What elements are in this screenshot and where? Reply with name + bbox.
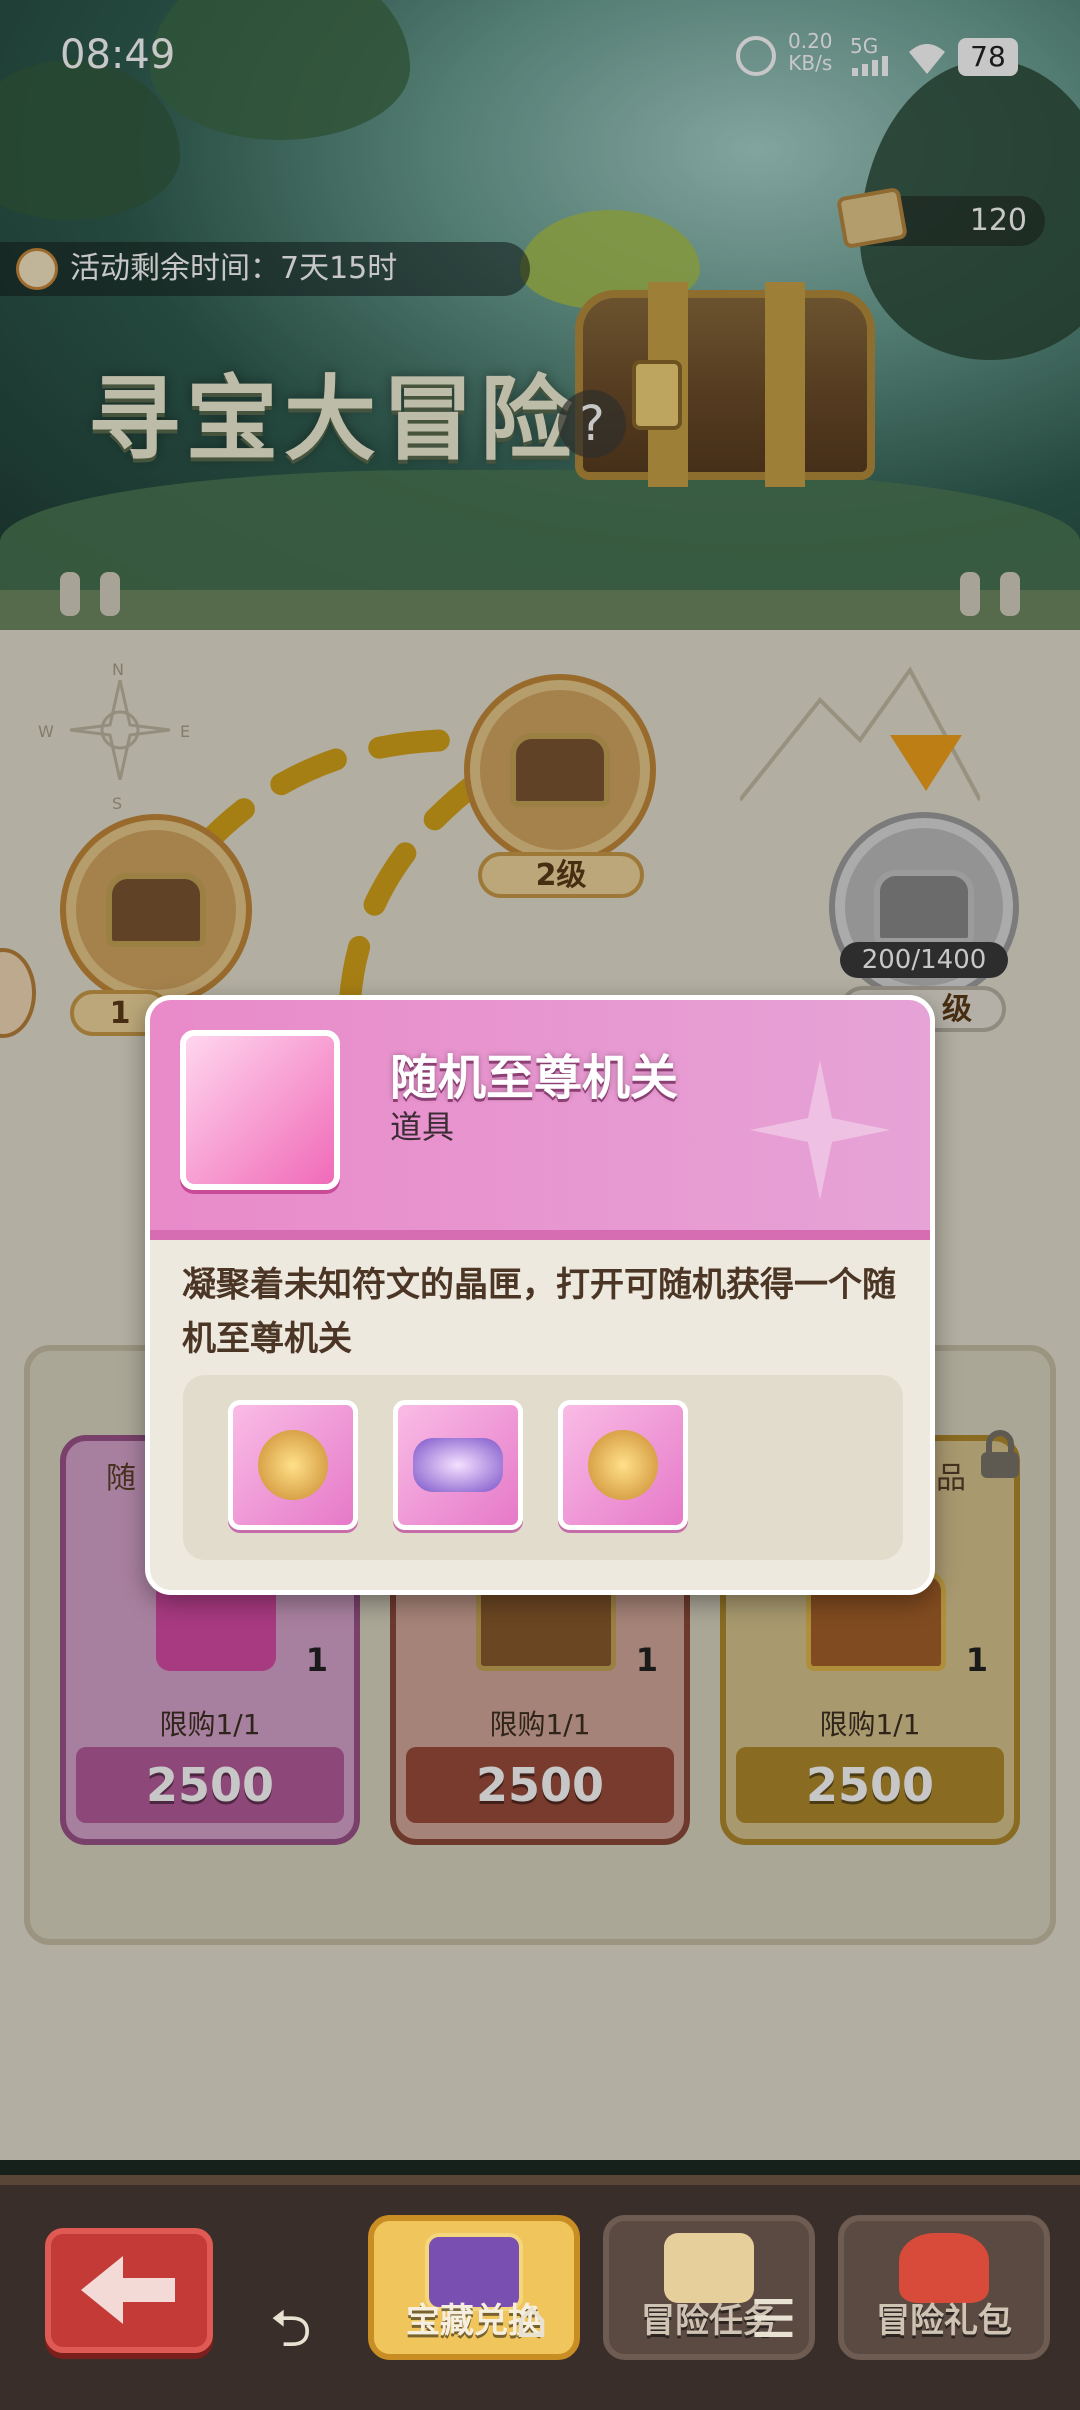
lantern-icon[interactable] bbox=[228, 1400, 358, 1530]
tab-treasure-exchange[interactable]: 宝藏兑换 bbox=[368, 2215, 580, 2360]
tab-label: 冒险礼包 bbox=[876, 2301, 1012, 2341]
sparkle-icon bbox=[750, 1060, 890, 1200]
gear-shield-icon[interactable] bbox=[558, 1400, 688, 1530]
back-button[interactable] bbox=[45, 2228, 213, 2353]
popup-title: 随机至尊机关 bbox=[390, 1050, 679, 1106]
popup-item-type: 道具 bbox=[390, 1108, 455, 1146]
system-home-icon[interactable]: ⌂ bbox=[515, 2290, 548, 2350]
system-menu-icon[interactable]: ☰ bbox=[750, 2290, 797, 2350]
cannon-icon[interactable] bbox=[393, 1400, 523, 1530]
popup-description: 凝聚着未知符文的晶匣，打开可随机获得一个随机至尊机关 bbox=[182, 1265, 896, 1359]
back-arrow-icon bbox=[81, 2256, 175, 2324]
tab-adventure-gifts[interactable]: 冒险礼包 bbox=[838, 2215, 1050, 2360]
system-back-icon[interactable]: ⮌ bbox=[270, 2290, 312, 2379]
item-cube-icon bbox=[180, 1030, 340, 1190]
item-detail-popup: 随机至尊机关 道具 凝聚着未知符文的晶匣，打开可随机获得一个随机至尊机关 bbox=[145, 995, 935, 1595]
